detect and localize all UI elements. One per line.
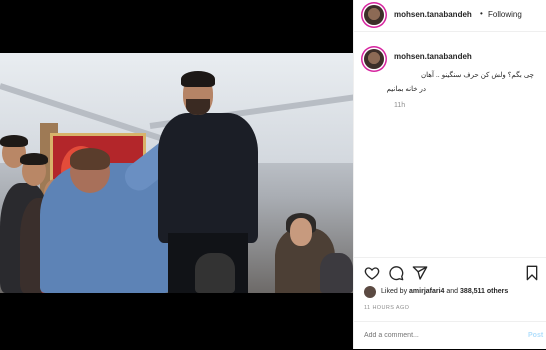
post-time-ago: 11 HOURS AGO: [364, 305, 410, 311]
photo-person-hair: [20, 153, 48, 165]
photo-man-jacket: [158, 113, 258, 243]
add-comment-input[interactable]: [364, 332, 514, 339]
caption-username[interactable]: mohsen.tanabandeh: [394, 52, 472, 61]
heart-icon[interactable]: [364, 265, 380, 281]
photo-woman-head: [290, 218, 312, 246]
author-avatar[interactable]: [364, 5, 384, 25]
caption-section: [354, 32, 546, 257]
likes-count[interactable]: 388,511 others: [460, 288, 508, 295]
caption-text-line-2: در خانه بمانیم: [386, 86, 426, 93]
post-comment-button[interactable]: Post: [528, 332, 543, 339]
caption-timestamp: 11h: [394, 102, 406, 109]
photo-man-blue-hair: [70, 148, 110, 170]
share-icon[interactable]: [412, 265, 428, 281]
liker-avatar[interactable]: [364, 286, 376, 298]
caption-author-avatar[interactable]: [364, 49, 384, 69]
bookmark-icon[interactable]: [524, 265, 540, 281]
following-button[interactable]: Following: [488, 10, 522, 19]
liker-username[interactable]: amirjafari4: [409, 288, 444, 295]
caption-text-line-1: چی بگم؟ ولش کن حرف سنگینو .. آهان: [421, 72, 534, 79]
author-username[interactable]: mohsen.tanabandeh: [394, 10, 472, 19]
post-sidebar: mohsen.tanabandeh • Following mohsen.tan…: [353, 0, 546, 349]
photo-person: [195, 253, 235, 293]
photo-person-hair: [0, 135, 28, 147]
photo-man-beard: [186, 99, 210, 115]
comment-bubble-icon[interactable]: [388, 265, 404, 281]
header-separator: •: [480, 9, 483, 18]
likes-row: Liked by amirjafari4 and 388,511 others: [354, 284, 546, 300]
post-photo[interactable]: [0, 53, 353, 293]
likes-connector: and: [444, 288, 461, 295]
add-comment-bar: Post: [354, 321, 546, 350]
photo-man-hair: [181, 71, 215, 87]
post-media-area: [0, 0, 353, 349]
post-header: mohsen.tanabandeh • Following: [354, 0, 546, 32]
likes-summary: Liked by amirjafari4 and 388,511 others: [381, 288, 509, 295]
photo-person: [320, 253, 353, 293]
